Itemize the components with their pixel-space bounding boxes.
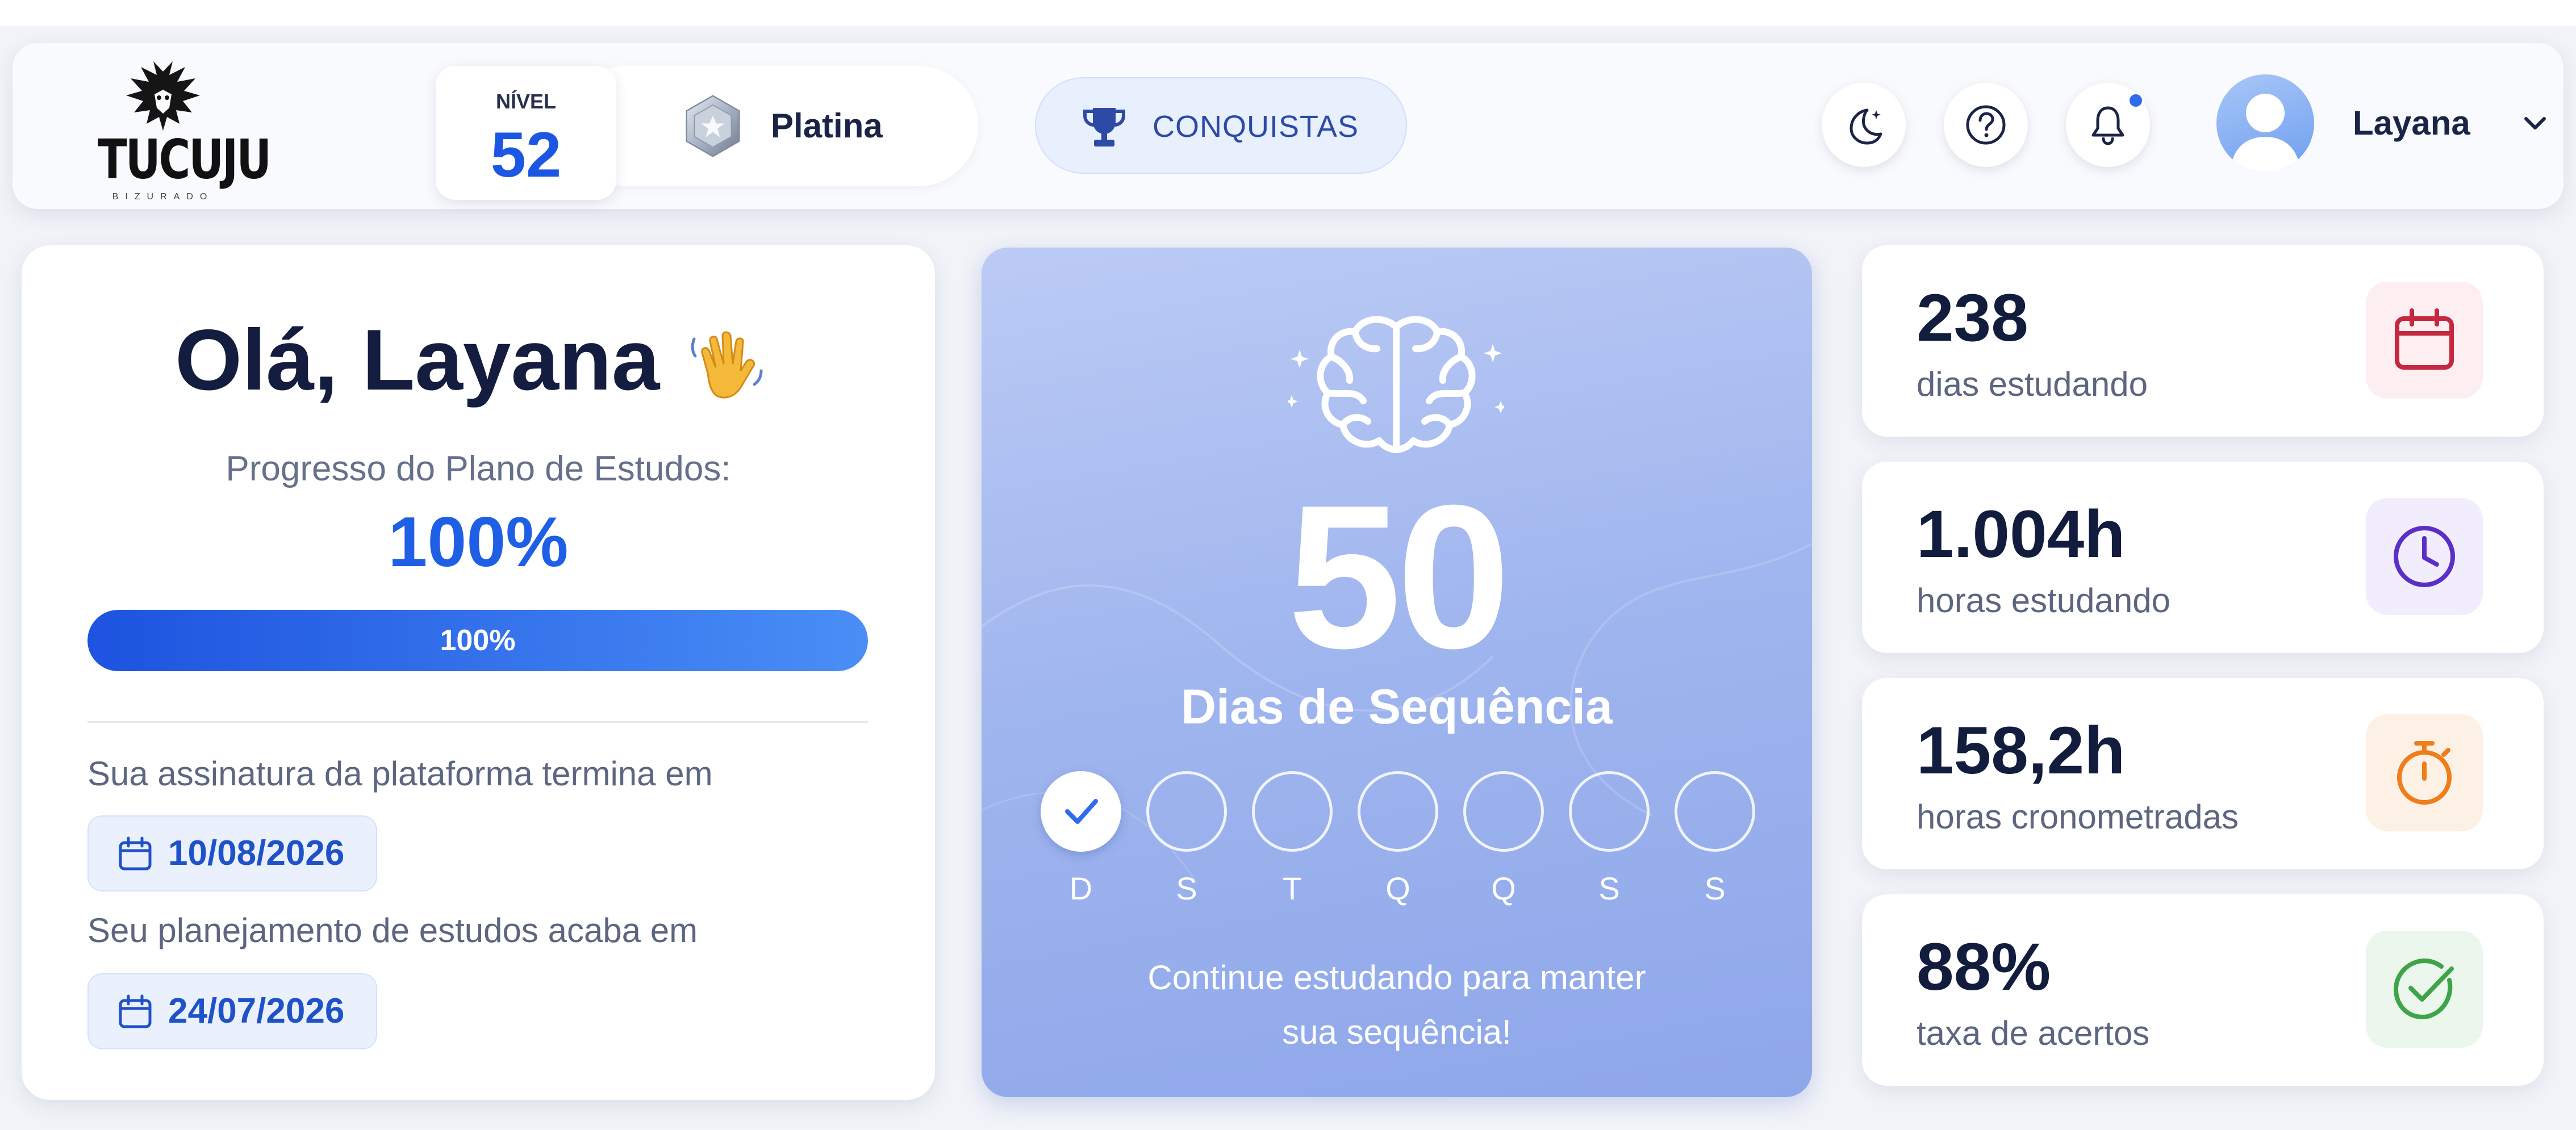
check-circle-icon — [2393, 958, 2454, 1019]
calendar-icon — [119, 994, 152, 1028]
notifications-button[interactable] — [2066, 83, 2150, 167]
brain-icon — [1288, 316, 1504, 453]
stat-card-hours-studied: 1.004h horas estudando — [1862, 462, 2544, 653]
streak-day: Q — [1355, 771, 1441, 919]
divider — [87, 721, 868, 723]
chevron-down-icon[interactable] — [2520, 108, 2550, 138]
streak-day-pending — [1252, 771, 1333, 852]
streak-day-letter: S — [1598, 870, 1620, 906]
subscription-date-chip: 10/08/2026 — [87, 815, 378, 892]
streak-day-pending — [1569, 771, 1650, 852]
user-name: Layana — [2353, 104, 2470, 142]
streak-day-pending — [1146, 771, 1227, 852]
progress-bar: 100% — [87, 610, 868, 671]
moon-icon — [1849, 108, 1882, 145]
streak-message: Continue estudando para manter sua sequê… — [982, 951, 1812, 1060]
level-rank-group: Platina NÍVEL 52 — [436, 66, 978, 200]
stat-card-accuracy: 88% taxa de acertos — [1862, 894, 2544, 1086]
progress-label: Progresso do Plano de Estudos: — [226, 449, 731, 488]
level-title: NÍVEL — [495, 90, 556, 113]
streak-message-line-2: sua sequência! — [1282, 1013, 1512, 1051]
help-icon — [1966, 105, 2006, 145]
streak-day-letter: D — [1069, 870, 1093, 906]
stat-label: horas estudando — [1917, 581, 2171, 620]
stat-value: 238 — [1917, 281, 2028, 355]
greeting-title: Olá, Layana — [175, 312, 660, 408]
streak-day-letter: T — [1282, 870, 1302, 906]
user-silhouette-icon — [2230, 94, 2301, 172]
streak-label: Dias de Sequência — [1181, 680, 1613, 734]
platinum-badge-icon — [686, 95, 740, 157]
streak-day: T — [1250, 771, 1335, 919]
streak-day-pending — [1675, 771, 1755, 852]
stat-label: taxa de acertos — [1917, 1014, 2150, 1052]
stopwatch-icon — [2397, 741, 2452, 805]
help-button[interactable] — [1944, 83, 2028, 167]
brand-tagline: BIZURADO — [112, 192, 214, 202]
notification-dot — [2127, 92, 2144, 109]
stat-card-timed-hours: 158,2h horas cronometradas — [1862, 678, 2544, 869]
streak-day-letter: S — [1704, 870, 1726, 906]
stat-icon-box — [2366, 498, 2483, 615]
level-card: NÍVEL 52 — [436, 66, 616, 200]
rank-pill[interactable]: Platina — [566, 66, 978, 186]
progress-value: 100% — [388, 503, 569, 581]
plan-date: 24/07/2026 — [168, 991, 345, 1031]
streak-day-pending — [1463, 771, 1544, 852]
greeting-row: Olá, Layana — [175, 311, 788, 424]
waving-hand-icon — [691, 331, 763, 399]
clock-icon — [2394, 526, 2455, 587]
avatar — [2216, 74, 2314, 172]
stat-icon-box — [2366, 282, 2483, 399]
stat-value: 1.004h — [1917, 497, 2126, 572]
theme-toggle-button[interactable] — [1822, 83, 1906, 167]
welcome-card: Olá, Layana Progresso do Plano de Estudo… — [22, 245, 935, 1100]
subscription-date: 10/08/2026 — [168, 834, 345, 873]
streak-day-letter: Q — [1491, 870, 1516, 906]
streak-count: 50 — [1287, 463, 1510, 691]
top-header: TUCUJU BIZURADO Platina NÍVEL 52 CONQUIS… — [12, 43, 2564, 209]
streak-day: Q — [1461, 771, 1546, 919]
brand-logo[interactable]: TUCUJU BIZURADO — [86, 60, 272, 202]
brand-name: TUCUJU — [98, 127, 272, 191]
streak-card: 50 Dias de Sequência D S T Q Q S S Continue es… — [982, 248, 1812, 1097]
streak-day: S — [1672, 771, 1757, 919]
stat-icon-box — [2366, 931, 2483, 1048]
weekday-tracker: DSTQQSS — [1038, 771, 1760, 919]
plan-date-chip: 24/07/2026 — [87, 973, 378, 1049]
streak-day-pending — [1358, 771, 1438, 852]
calendar-icon — [2395, 308, 2454, 370]
bell-icon — [2091, 106, 2124, 145]
stat-value: 158,2h — [1917, 713, 2126, 788]
stat-card-days: 238 dias estudando — [1862, 245, 2544, 437]
rank-label: Platina — [771, 107, 883, 145]
check-icon — [1065, 799, 1098, 824]
stat-value: 88% — [1917, 930, 2051, 1005]
stat-icon-box — [2366, 714, 2483, 831]
stat-label: horas cronometradas — [1917, 798, 2239, 836]
streak-day-letter: Q — [1385, 870, 1410, 906]
streak-day-letter: S — [1176, 870, 1197, 906]
streak-day: D — [1038, 771, 1124, 919]
streak-day: S — [1567, 771, 1652, 919]
progress-bar-label: 100% — [440, 624, 516, 657]
streak-day: S — [1144, 771, 1229, 919]
level-value: 52 — [490, 119, 562, 190]
achievements-button[interactable]: CONQUISTAS — [1035, 77, 1407, 174]
plan-label: Seu planejamento de estudos acaba em — [87, 911, 698, 949]
stat-label: dias estudando — [1917, 365, 2148, 403]
user-menu[interactable]: Layana — [2216, 74, 2546, 177]
calendar-icon — [119, 836, 152, 870]
top-strip — [0, 0, 2576, 26]
streak-day-done — [1041, 771, 1121, 852]
trophy-icon — [1083, 108, 1125, 147]
subscription-label: Sua assinatura da plataforma termina em — [87, 755, 713, 793]
achievements-label: CONQUISTAS — [1153, 110, 1359, 144]
streak-message-line-1: Continue estudando para manter — [1147, 959, 1646, 997]
